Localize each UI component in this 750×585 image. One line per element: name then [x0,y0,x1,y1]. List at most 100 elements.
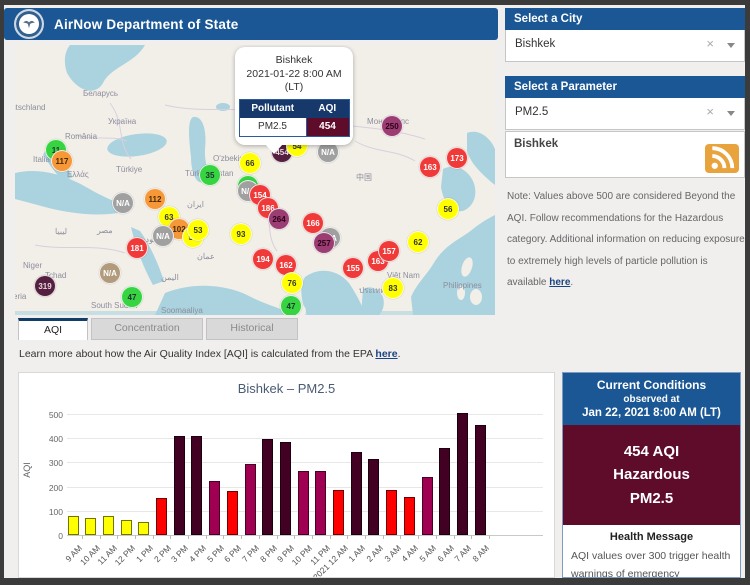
aqi-map-marker[interactable]: 93 [230,223,252,245]
aqi-map-marker[interactable]: 264 [268,208,290,230]
learn-more-body: Learn more about how the Air Quality Ind… [19,348,375,360]
chart-bar[interactable] [191,436,202,535]
popup-col-aqi: AQI [306,99,349,118]
chart-bar[interactable] [103,516,114,535]
gridline [67,414,543,415]
chart-bar[interactable] [121,520,132,535]
x-tick [153,535,154,539]
chart-bar[interactable] [156,498,167,535]
chart-bar[interactable] [351,452,362,535]
aqi-map-marker[interactable]: 47 [121,286,143,308]
tab-historical[interactable]: Historical [206,318,298,340]
chart-bar[interactable] [475,425,486,535]
aqi-map-marker[interactable]: 173 [446,147,468,169]
chart-bar[interactable] [315,471,326,535]
aqi-map-marker[interactable]: 117 [51,150,73,172]
popup-pollutant-value: PM2.5 [239,118,306,137]
chart-bar[interactable] [138,522,149,535]
city-select[interactable]: Bishkek × [505,30,745,62]
chart-bar[interactable] [404,497,415,535]
aqi-map-marker[interactable]: 319 [34,275,56,297]
x-tick [100,535,101,539]
tab-concentration[interactable]: Concentration [91,318,203,340]
aqi-map-marker[interactable]: 257 [313,232,335,254]
chart-bar[interactable] [68,516,79,535]
city-select-value: Bishkek [515,38,555,50]
current-aqi-category: Hazardous [567,463,736,486]
popup-datetime: 2021-01-22 8:00 AM [235,68,353,82]
x-tick [347,535,348,539]
chart-bar[interactable] [85,518,96,535]
parameter-caret-down-icon[interactable] [727,111,735,116]
map-label: Україна [108,117,136,126]
aqi-map-marker[interactable]: 181 [126,237,148,259]
note-here-link[interactable]: here [549,277,570,288]
aqi-map-marker[interactable]: N/A [152,225,174,247]
aqi-map-marker[interactable]: N/A [112,192,134,214]
aqi-map-marker[interactable]: 83 [382,277,404,299]
dos-seal-logo [14,9,44,39]
chart-bar[interactable] [368,459,379,535]
x-tick [294,535,295,539]
chart-bar[interactable] [174,436,185,535]
gridline [67,438,543,439]
chart-bar[interactable] [227,491,238,535]
current-aqi-pollutant: PM2.5 [567,487,736,510]
aqi-map-marker[interactable]: 66 [239,152,261,174]
health-message-title: Health Message [571,531,732,543]
city-caret-down-icon[interactable] [727,43,735,48]
aqi-map-marker[interactable]: 47 [280,295,302,315]
aqi-map-marker[interactable]: 157 [378,240,400,262]
aqi-map-marker[interactable]: 53 [187,219,209,241]
map-label: ايران [187,200,204,209]
rss-icon[interactable] [705,144,739,173]
city-clear-icon[interactable]: × [706,37,714,50]
chart-bar[interactable] [280,442,291,535]
chart-bar[interactable] [333,490,344,535]
parameter-clear-icon[interactable]: × [706,105,714,118]
popup-city: Bishkek [235,54,353,68]
aqi-map-marker[interactable]: 250 [381,115,403,137]
x-tick [365,535,366,539]
aqi-map-marker[interactable]: 56 [437,198,459,220]
chart-bar[interactable] [262,439,273,535]
tab-aqi[interactable]: AQI [18,318,88,340]
chart-bar[interactable] [386,490,397,535]
aqi-map-marker[interactable]: 155 [342,257,364,279]
aqi-map-marker[interactable]: 62 [407,231,429,253]
popup-col-pollutant: Pollutant [239,99,306,118]
learn-more-here-link[interactable]: here [375,348,397,360]
aqi-map-marker[interactable]: 194 [252,248,274,270]
aqi-map-marker[interactable]: 76 [281,272,303,294]
parameter-select[interactable]: PM2.5 × [505,98,745,130]
aqi-map-marker[interactable]: 163 [419,156,441,178]
select-city-panel: Select a City Bishkek × [505,8,745,62]
select-city-header: Select a City [505,8,745,30]
learn-more-period: . [398,348,401,360]
chart-bar[interactable] [245,464,256,535]
chart-bar[interactable] [457,413,468,535]
aqi-map[interactable]: DeutschlandБеларусьУкраїнаRomâniaItaliaΕ… [15,45,495,315]
aqi-map-marker[interactable]: 35 [199,164,221,186]
aqi-map-marker[interactable]: N/A [99,262,121,284]
select-parameter-header: Select a Parameter [505,76,745,98]
map-label: مصر [97,226,113,235]
x-tick [383,535,384,539]
chart-bar[interactable] [209,481,220,535]
x-tick [436,535,437,539]
map-label: 中国 [356,172,372,183]
health-message-text: AQI values over 300 trigger health warni… [571,547,732,578]
x-tick [241,535,242,539]
chart-bar[interactable] [298,471,309,535]
map-label: Ελλάς [67,170,89,179]
map-label: Philippines [443,281,482,290]
x-tick [117,535,118,539]
x-tick [259,535,260,539]
x-tick [135,535,136,539]
health-message-block: Health Message AQI values over 300 trigg… [563,525,740,578]
chart-bar[interactable] [422,477,433,535]
y-tick-label: 400 [39,434,63,444]
chart-bar[interactable] [439,448,450,535]
eagle-icon [22,17,36,31]
current-conditions-title: Current Conditions [567,378,736,392]
